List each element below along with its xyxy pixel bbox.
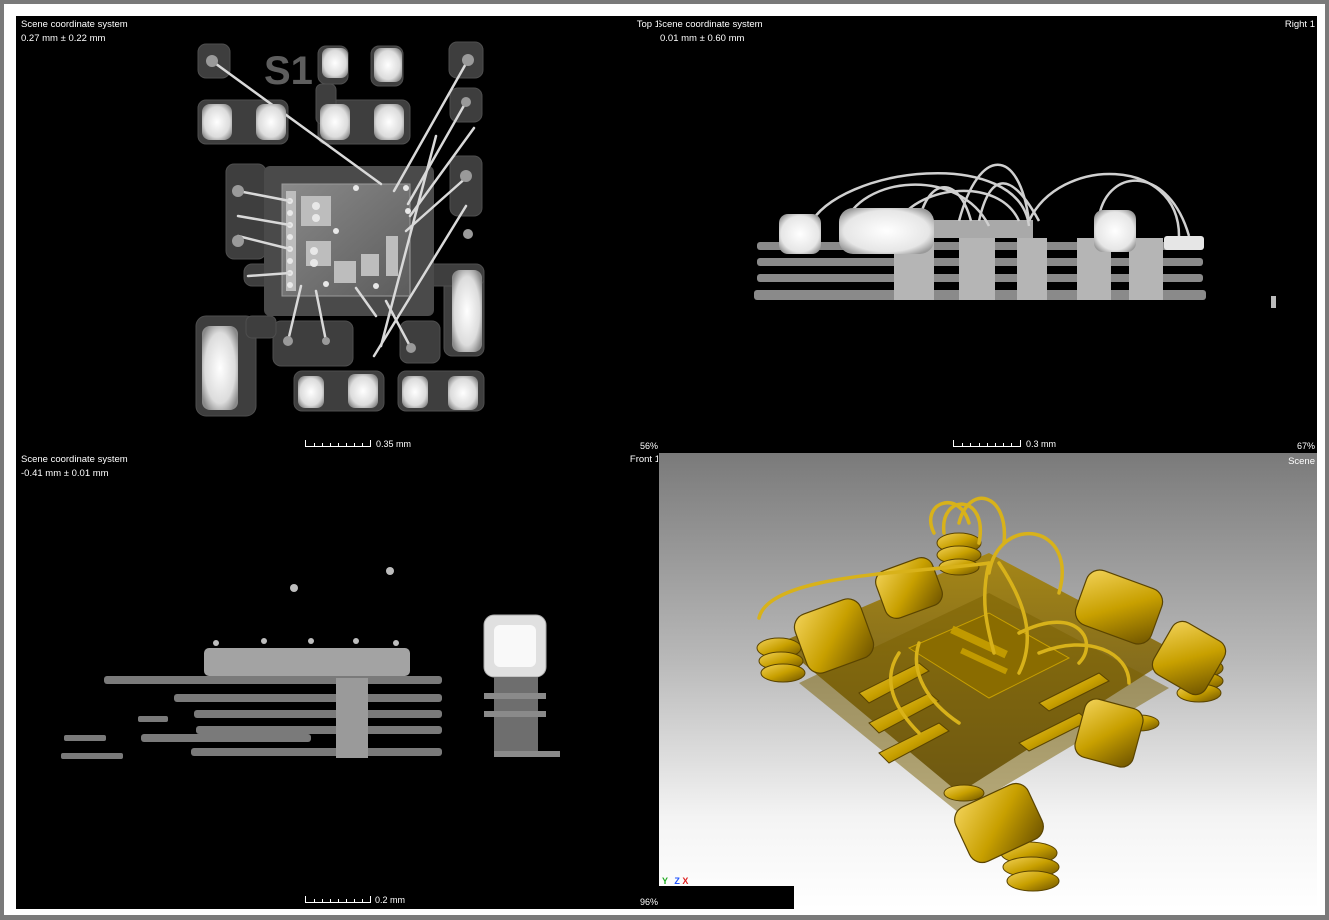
top-view-measure: 0.27 mm ± 0.22 mm — [21, 33, 106, 44]
scene-axes-indicator: Y Z X — [662, 876, 688, 886]
front-view-xray — [61, 567, 560, 759]
right-view-viewport[interactable]: Top 1 Scene coordinate system 0.01 mm ± … — [659, 16, 1317, 452]
right-view-scale-bar — [953, 440, 1021, 447]
scene-viewport[interactable]: Scene Y Z X — [659, 453, 1317, 909]
viewport-grid: S1 Scene coordinate system 0.27 mm ± 0.2… — [16, 16, 1317, 909]
front-view-name: Front 1 — [629, 454, 658, 465]
top-view-scale-bar — [305, 440, 371, 447]
top-view-zoom: 56% — [639, 441, 658, 451]
scene-3d-render — [756, 496, 1227, 892]
axis-z-label: Z — [674, 876, 680, 886]
front-view-measure: -0.41 mm ± 0.01 mm — [21, 468, 109, 479]
front-view-viewport[interactable]: Scene coordinate system -0.41 mm ± 0.01 … — [16, 453, 658, 909]
right-view-measure: 0.01 mm ± 0.60 mm — [660, 33, 745, 44]
axis-x-label: X — [682, 876, 689, 886]
front-view-zoom: 96% — [639, 897, 658, 907]
axis-y-label: Y — [662, 876, 668, 886]
front-view-coord-label: Scene coordinate system — [21, 454, 128, 465]
right-view-top-label: Top 1 Scene coordinate system — [659, 19, 763, 31]
top-view-viewport[interactable]: S1 Scene coordinate system 0.27 mm ± 0.2… — [16, 16, 658, 452]
window-frame: S1 Scene coordinate system 0.27 mm ± 0.2… — [0, 0, 1329, 920]
right-view-scale-label: 0.3 mm — [1026, 439, 1057, 449]
svg-text:S1: S1 — [264, 49, 313, 93]
top-view-coord-label: Scene coordinate system — [21, 19, 128, 30]
front-view-scale-label: 0.2 mm — [375, 895, 406, 905]
front-view-scale-bar — [305, 896, 371, 903]
right-view-coord-label: Scene coordinate system — [659, 19, 763, 30]
top-view-scale-label: 0.35 mm — [376, 439, 412, 449]
right-view-zoom: 67% — [1296, 441, 1315, 451]
top-view-name: Top 1 — [636, 19, 658, 30]
scene-overlay-box — [659, 886, 794, 909]
right-view-xray — [754, 163, 1276, 308]
top-view-xray: S1 — [195, 41, 485, 417]
right-view-name: Right 1 — [1284, 19, 1315, 30]
scene-view-name: Scene — [1288, 456, 1315, 467]
